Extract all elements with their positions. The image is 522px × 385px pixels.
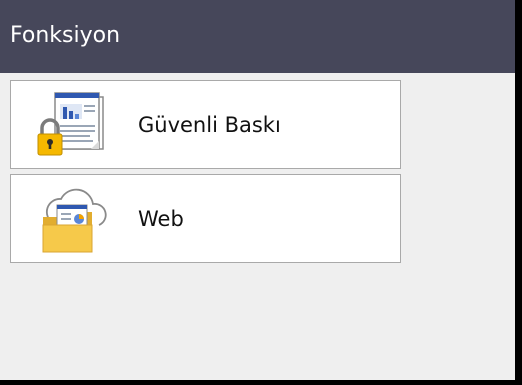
screen-bezel-bottom bbox=[0, 380, 522, 385]
menu-item-label: Güvenli Baskı bbox=[138, 113, 281, 137]
screen-title: Fonksiyon bbox=[10, 23, 121, 48]
title-bar: Fonksiyon bbox=[0, 0, 515, 73]
screen-bezel-right bbox=[515, 0, 522, 385]
lcd-screen: Fonksiyon Güvenli Baskı Web bbox=[0, 0, 515, 380]
menu-item-label: Web bbox=[138, 207, 184, 231]
menu-item-secure-print[interactable]: Güvenli Baskı bbox=[10, 80, 401, 169]
secure-print-icon bbox=[31, 89, 115, 163]
web-cloud-folder-icon bbox=[31, 183, 115, 257]
menu-item-web[interactable]: Web bbox=[10, 174, 401, 263]
